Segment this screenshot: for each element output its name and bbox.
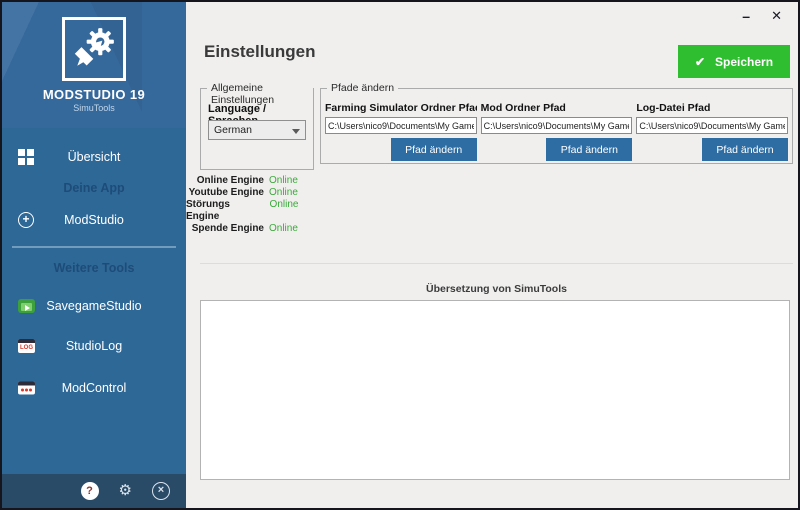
sidebar-item-deine-app: Deine App	[2, 174, 186, 202]
sidebar-item-studiolog[interactable]: LOG StudioLog	[2, 324, 186, 368]
window-minimize-button[interactable]: –	[742, 8, 750, 24]
sidebar-section-label: Deine App	[63, 181, 124, 195]
sidebar-nav: Übersicht Deine App + ModStudio Weitere …	[2, 140, 186, 408]
page-title: Einstellungen	[204, 42, 315, 62]
log-file-path-input[interactable]	[636, 117, 788, 134]
sidebar: MODSTUDIO 19 SimuTools Übersicht Deine A…	[2, 2, 186, 508]
logo-area: MODSTUDIO 19 SimuTools	[2, 2, 186, 128]
engine-label: Youtube Engine	[189, 187, 264, 199]
sidebar-item-modcontrol[interactable]: ModControl	[2, 368, 186, 408]
sidebar-item-label: StudioLog	[66, 339, 122, 353]
engine-label: Online Engine	[197, 175, 264, 187]
fs-folder-path-input[interactable]	[325, 117, 477, 134]
paths-group-legend: Pfade ändern	[327, 82, 398, 94]
dots-window-icon	[18, 382, 35, 395]
sidebar-item-label: SavegameStudio	[46, 299, 141, 313]
app-window: MODSTUDIO 19 SimuTools Übersicht Deine A…	[0, 0, 800, 510]
engine-status-row: Spende Engine Online	[186, 223, 299, 235]
save-button-label: Speichern	[715, 55, 773, 69]
savegame-window-icon	[18, 299, 35, 313]
mod-folder-path-input[interactable]	[481, 117, 633, 134]
app-logo	[62, 17, 126, 81]
translation-textarea[interactable]	[200, 300, 790, 480]
settings-gear-icon[interactable]: ⚙	[119, 482, 132, 500]
gear-pencil-icon	[71, 26, 117, 72]
sidebar-section-weitere-tools: Weitere Tools	[2, 254, 186, 282]
sidebar-section-label: Weitere Tools	[54, 261, 135, 275]
sidebar-item-label: ModStudio	[64, 213, 124, 227]
path-field-label: Log-Datei Pfad	[636, 102, 788, 114]
paths-row: Farming Simulator Ordner Pfad Pfad änder…	[321, 89, 792, 161]
sidebar-footer: ? ⚙ ×	[2, 474, 186, 508]
change-mod-folder-path-button[interactable]: Pfad ändern	[546, 138, 632, 161]
general-settings-group: Allgemeine Einstellungen Language / Spra…	[200, 88, 314, 170]
path-field-label: Mod Ordner Pfad	[481, 102, 633, 114]
sidebar-item-label: Übersicht	[68, 150, 121, 164]
paths-group: Pfade ändern Farming Simulator Ordner Pf…	[320, 88, 793, 164]
change-log-file-path-button[interactable]: Pfad ändern	[702, 138, 788, 161]
engine-status-value: Online	[269, 175, 299, 187]
language-select-value: German	[214, 124, 252, 136]
app-title: MODSTUDIO 19	[2, 87, 186, 102]
section-divider	[200, 263, 793, 264]
save-button[interactable]: ✔ Speichern	[678, 45, 790, 78]
engine-status-list: Online Engine Online Youtube Engine Onli…	[186, 175, 299, 235]
path-field-label: Farming Simulator Ordner Pfad	[325, 102, 477, 114]
sidebar-divider	[12, 246, 176, 248]
app-subtitle: SimuTools	[2, 103, 186, 113]
plus-circle-icon: +	[18, 212, 34, 228]
path-field-log-file: Log-Datei Pfad Pfad ändern	[636, 102, 788, 161]
engine-label: Spende Engine	[192, 223, 264, 235]
sidebar-item-label: ModControl	[62, 381, 127, 395]
engine-status-row: Störungs Engine Online	[186, 199, 299, 223]
grid-icon	[18, 149, 34, 165]
path-field-mod-folder: Mod Ordner Pfad Pfad ändern	[481, 102, 633, 161]
log-icon-text: LOG	[18, 344, 35, 352]
engine-status-value: Online	[269, 223, 299, 235]
check-icon: ✔	[695, 55, 705, 69]
engine-status-row: Youtube Engine Online	[186, 187, 299, 199]
main-panel: – ✕ Einstellungen ✔ Speichern Allgemeine…	[186, 2, 798, 508]
engine-label: Störungs Engine	[186, 199, 265, 223]
sidebar-item-savegamestudio[interactable]: SavegameStudio	[2, 288, 186, 324]
window-close-button[interactable]: ✕	[771, 8, 782, 24]
quit-app-icon[interactable]: ×	[152, 482, 170, 500]
sidebar-item-uebersicht[interactable]: Übersicht	[2, 140, 186, 174]
translation-section-title: Übersetzung von SimuTools	[200, 283, 793, 295]
path-field-fs-folder: Farming Simulator Ordner Pfad Pfad änder…	[325, 102, 477, 161]
change-fs-folder-path-button[interactable]: Pfad ändern	[391, 138, 477, 161]
help-icon[interactable]: ?	[81, 482, 99, 500]
engine-status-value: Online	[269, 187, 299, 199]
chevron-down-icon	[292, 129, 300, 134]
sidebar-item-modstudio[interactable]: + ModStudio	[2, 202, 186, 238]
engine-status-value: Online	[270, 199, 299, 223]
engine-status-row: Online Engine Online	[186, 175, 299, 187]
language-select[interactable]: German	[208, 120, 306, 140]
log-window-icon: LOG	[18, 339, 35, 353]
